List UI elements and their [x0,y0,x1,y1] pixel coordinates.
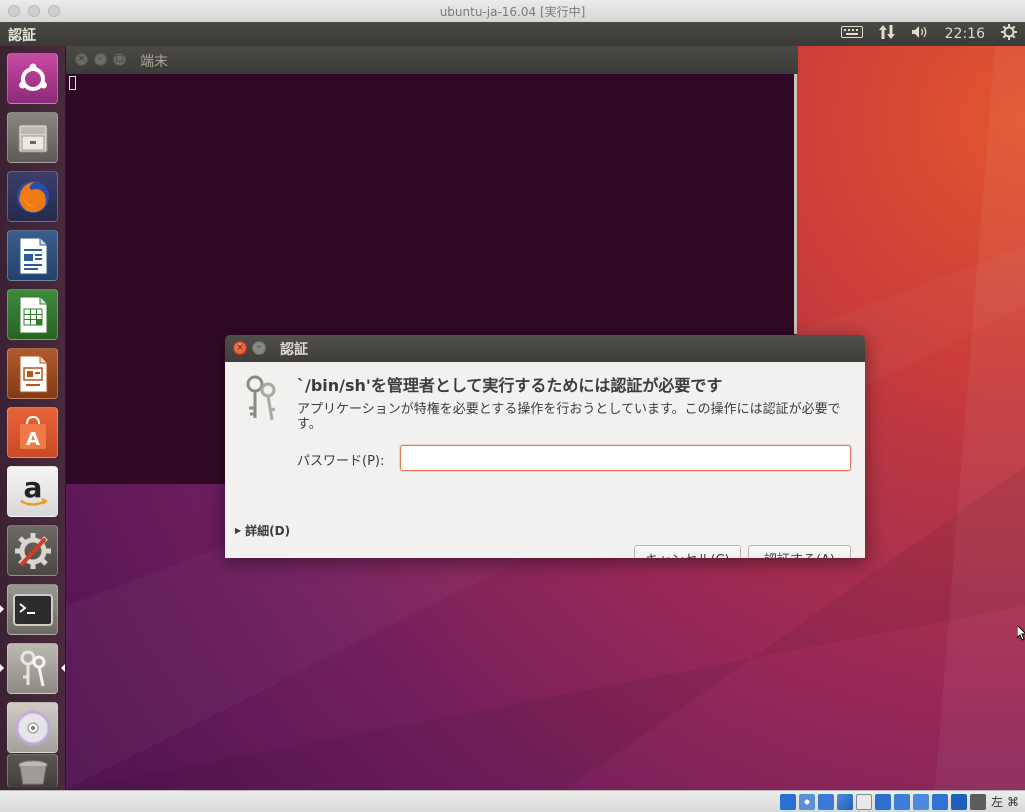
terminal-icon [12,593,53,626]
svg-text:a: a [23,472,42,504]
launcher-running-indicator [0,605,4,613]
amazon-icon: a [19,472,48,506]
dvd-icon [14,709,51,746]
audio-icon[interactable] [818,793,835,810]
video-capture-icon[interactable] [913,793,930,810]
file-cabinet-icon [18,124,47,152]
auth-dialog-titlebar[interactable]: × – 認証 [225,335,865,362]
keys-icon [241,374,281,424]
expander-triangle-icon: ▶ [235,526,242,535]
volume-icon[interactable] [911,25,929,43]
keyboard-capture-icon[interactable] [970,793,987,810]
gear-icon[interactable] [1001,24,1017,44]
keys-icon [20,650,45,686]
network-adapter-icon[interactable] [837,793,854,810]
auth-dialog-body: `/bin/sh'を管理者として実行するためには認証が必要です アプリケーション… [225,362,865,558]
network-icon[interactable] [878,24,895,44]
clock[interactable]: 22:16 [945,26,985,42]
launcher-ubuntu-dash[interactable] [7,53,58,104]
dialog-description: アプリケーションが特権を必要とする操作を行おうとしています。この操作には認証が必… [297,402,841,432]
launcher-focused-indicator [61,664,65,672]
launcher-libreoffice-impress[interactable] [7,348,58,399]
authenticate-button[interactable]: 認証する(A) [748,545,851,558]
dialog-title: 認証 [280,342,308,358]
calc-sheet-icon [19,296,47,333]
launcher-libreoffice-calc[interactable] [7,289,58,340]
launcher-trash[interactable] [7,754,58,788]
svg-text:A: A [26,429,40,450]
terminal-scrollbar[interactable] [794,74,797,334]
impress-slide-icon [19,355,47,392]
terminal-close-button[interactable]: × [75,53,88,66]
details-expander[interactable]: ▶ 詳細(D) [235,522,290,539]
password-input[interactable] [400,445,851,471]
mouse-integration-icon[interactable] [951,793,968,810]
launcher-files[interactable] [7,112,58,163]
host-window-title: ubuntu-ja-16.04 [実行中] [439,5,586,19]
terminal-titlebar[interactable]: × – □ 端末 [66,46,798,74]
launcher: A a [0,46,66,790]
ubuntu-logo-icon [18,63,47,91]
terminal-title: 端末 [140,54,168,70]
launcher-ubuntu-software[interactable]: A [7,407,58,458]
launcher-firefox[interactable] [7,171,58,222]
launcher-libreoffice-writer[interactable] [7,230,58,281]
firefox-icon [16,180,49,213]
launcher-authentication[interactable] [7,643,58,694]
launcher-terminal[interactable] [7,584,58,635]
panel-app-title: 認証 [8,28,36,44]
host-key-label: 左 ⌘ [991,795,1019,809]
auth-dialog: × – 認証 `/bin/sh'を管理者として実行するためには認証が必要です ア… [225,335,865,558]
launcher-running-indicator [0,664,4,672]
cancel-button[interactable]: キャンセル(C) [634,545,741,558]
cpu-icon[interactable] [932,793,949,810]
vm-status-bar: 左 ⌘ [0,790,1025,812]
display-icon[interactable] [894,793,911,810]
shared-folders-icon[interactable] [875,793,892,810]
top-panel: 認証 22:16 [0,22,1025,46]
terminal-minimize-button[interactable]: – [94,53,107,66]
launcher-system-settings[interactable] [7,525,58,576]
mouse-pointer-icon [1016,623,1025,645]
host-window-titlebar: ubuntu-ja-16.04 [実行中] [0,0,1025,23]
launcher-dvd[interactable] [7,702,58,753]
settings-wrench-icon [14,532,51,569]
software-bag-icon: A [19,415,46,450]
launcher-amazon[interactable]: a [7,466,58,517]
usb-icon[interactable] [856,793,873,810]
terminal-cursor [69,76,76,90]
terminal-maximize-button[interactable]: □ [113,53,126,66]
keyboard-icon[interactable] [840,26,863,42]
dialog-minimize-button[interactable]: – [252,341,266,355]
writer-doc-icon [19,237,47,274]
dialog-heading: `/bin/sh'を管理者として実行するためには認証が必要です [297,376,723,395]
hard-disk-icon[interactable] [780,793,797,810]
password-label: パスワード(P): [297,454,385,469]
details-label: 詳細(D) [245,524,291,538]
optical-drive-icon[interactable] [799,793,816,810]
dialog-close-button[interactable]: × [233,341,247,355]
trash-icon [18,760,47,784]
